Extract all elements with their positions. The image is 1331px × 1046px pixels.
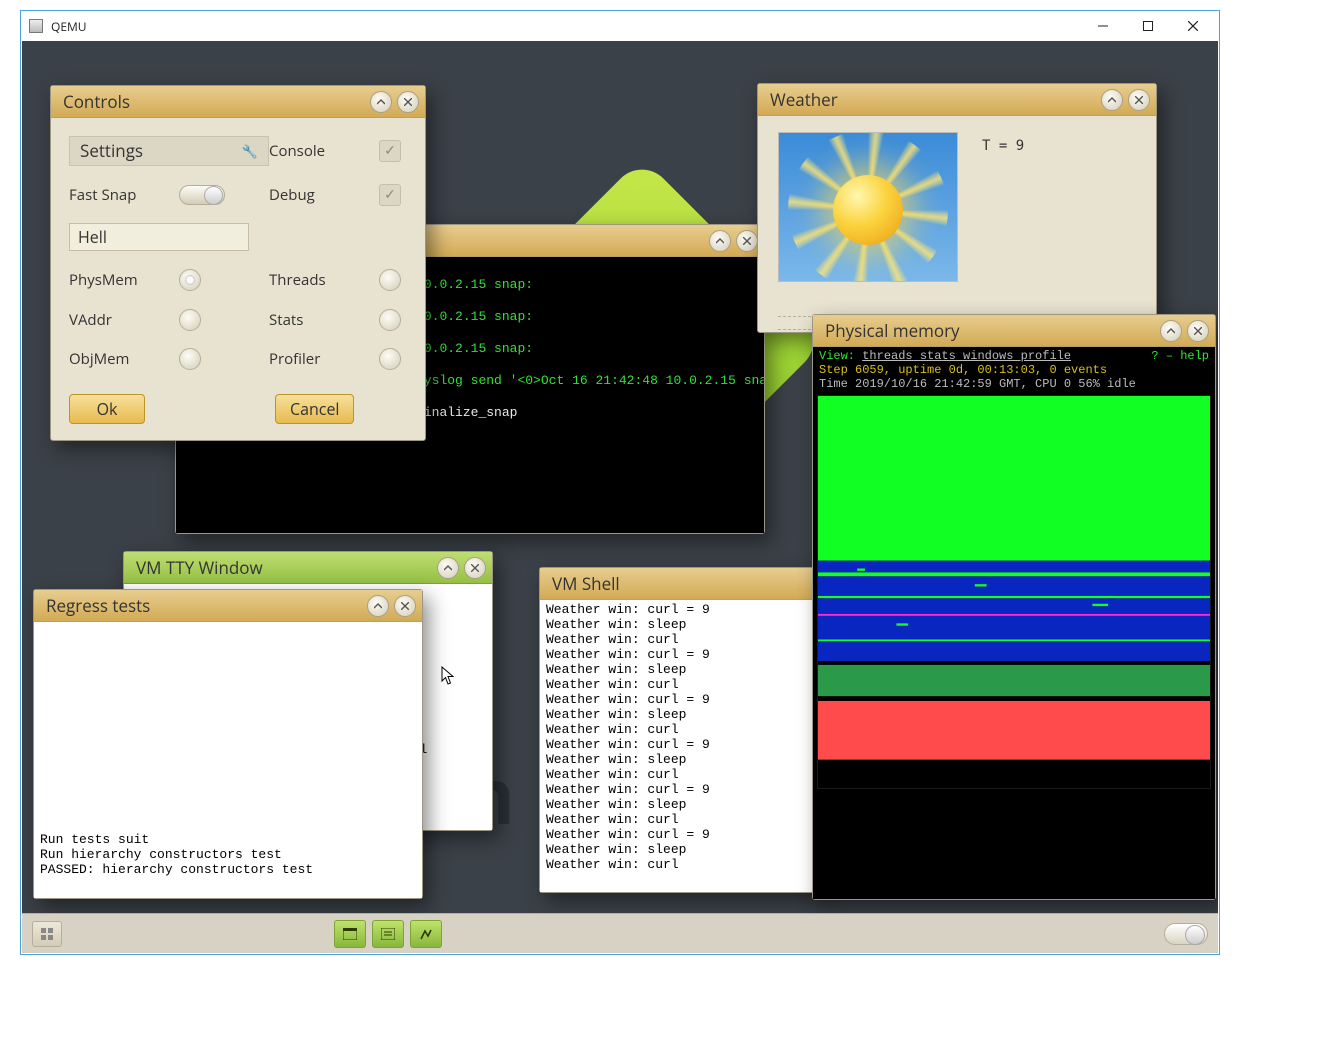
vaddr-label: VAddr	[69, 310, 179, 330]
weather-temp: T = 9	[982, 138, 1024, 154]
weather-title: Weather	[770, 88, 1096, 111]
minimize-icon[interactable]	[709, 230, 731, 252]
cancel-button[interactable]: Cancel	[275, 394, 354, 424]
close-icon[interactable]	[394, 595, 416, 617]
threads-radio[interactable]	[379, 269, 401, 291]
profiler-label: Profiler	[269, 349, 379, 369]
vaddr-radio[interactable]	[179, 309, 201, 331]
start-button[interactable]	[32, 921, 62, 947]
close-icon[interactable]	[1187, 320, 1209, 342]
physmem-window[interactable]: Physical memory View: threads stats wind…	[812, 314, 1216, 900]
regress-titlebar[interactable]: Regress tests	[34, 590, 422, 622]
minimize-icon[interactable]	[437, 557, 459, 579]
os-titlebar[interactable]: QEMU	[21, 11, 1219, 41]
regress-title: Regress tests	[46, 594, 362, 617]
taskbar-item-1[interactable]	[334, 920, 366, 948]
close-button[interactable]	[1170, 12, 1215, 40]
ok-button[interactable]: Ok	[69, 394, 145, 424]
objmem-label: ObjMem	[69, 349, 179, 369]
settings-button[interactable]: Settings 🔧	[69, 136, 269, 166]
taskbar[interactable]	[22, 913, 1218, 953]
debug-label: Debug	[269, 185, 379, 205]
desktop[interactable]: Ph stoppedslog send '<0>Oct 16 21:42:48 …	[22, 41, 1218, 953]
physmem-radio[interactable]	[179, 269, 201, 291]
controls-title: Controls	[63, 90, 365, 113]
regress-window[interactable]: Regress tests Run tests suit Run hierarc…	[33, 589, 423, 899]
console-label: Console	[269, 141, 379, 161]
physmem-view-items[interactable]: threads stats windows profile	[862, 349, 1071, 363]
close-icon[interactable]	[1128, 89, 1150, 111]
stats-radio[interactable]	[379, 309, 401, 331]
fastsnap-label: Fast Snap	[69, 185, 179, 205]
physmem-title: Physical memory	[825, 319, 1155, 342]
console-checkbox[interactable]: ✓	[379, 140, 401, 162]
os-window: QEMU Ph stoppe	[20, 10, 1220, 955]
os-window-title: QEMU	[51, 18, 87, 35]
vmshell-titlebar[interactable]: VM Shell	[540, 568, 823, 600]
controls-window[interactable]: Controls Settings 🔧 Console ✓ Fast Snap …	[50, 85, 426, 441]
weather-titlebar[interactable]: Weather	[758, 84, 1156, 116]
tty-titlebar[interactable]: VM TTY Window	[124, 552, 492, 584]
tty-title: VM TTY Window	[136, 556, 432, 579]
maximize-button[interactable]	[1125, 12, 1170, 40]
debug-checkbox[interactable]: ✓	[379, 184, 401, 206]
minimize-icon[interactable]	[1101, 89, 1123, 111]
weather-body: T = 9	[758, 116, 1156, 332]
physmem-status-time: Time 2019/10/16 21:42:59 GMT, CPU 0 56% …	[819, 377, 1209, 391]
physmem-view-label: View:	[819, 349, 862, 363]
close-icon[interactable]	[736, 230, 758, 252]
text-input-value: Hell	[78, 226, 107, 248]
close-icon[interactable]	[464, 557, 486, 579]
threads-label: Threads	[269, 270, 379, 290]
controls-titlebar[interactable]: Controls	[51, 86, 425, 118]
physmem-body: View: threads stats windows profile ? – h…	[813, 347, 1215, 899]
text-input[interactable]: Hell	[69, 223, 249, 251]
physmem-status-step: Step 6059, uptime 0d, 00:13:03, 0 events	[819, 363, 1209, 377]
minimize-icon[interactable]	[1160, 320, 1182, 342]
sun-icon	[833, 175, 903, 245]
minimize-icon[interactable]	[367, 595, 389, 617]
taskbar-item-2[interactable]	[372, 920, 404, 948]
physmem-label: PhysMem	[69, 270, 179, 290]
app-icon	[29, 19, 43, 33]
profiler-radio[interactable]	[379, 348, 401, 370]
weather-window[interactable]: Weather T = 9	[757, 83, 1157, 333]
fastsnap-toggle[interactable]	[179, 185, 225, 205]
weather-image	[778, 132, 958, 282]
regress-output: Run tests suit Run hierarchy constructor…	[34, 622, 422, 898]
stats-label: Stats	[269, 310, 379, 330]
physmem-titlebar[interactable]: Physical memory	[813, 315, 1215, 347]
vmshell-title: VM Shell	[552, 572, 817, 595]
physmem-visualization	[817, 395, 1211, 789]
vmshell-window[interactable]: VM Shell Weather win: curl = 9 Weather w…	[539, 567, 824, 893]
minimize-icon[interactable]	[370, 91, 392, 113]
wrench-icon: 🔧	[242, 142, 258, 160]
physmem-help[interactable]: ? – help	[1151, 349, 1209, 363]
objmem-radio[interactable]	[179, 348, 201, 370]
minimize-button[interactable]	[1080, 12, 1125, 40]
controls-body: Settings 🔧 Console ✓ Fast Snap Debug ✓ H…	[51, 118, 425, 440]
close-icon[interactable]	[397, 91, 419, 113]
taskbar-item-3[interactable]	[410, 920, 442, 948]
vmshell-output: Weather win: curl = 9 Weather win: sleep…	[540, 600, 823, 892]
settings-label: Settings	[80, 139, 143, 162]
taskbar-toggle[interactable]	[1164, 923, 1208, 945]
